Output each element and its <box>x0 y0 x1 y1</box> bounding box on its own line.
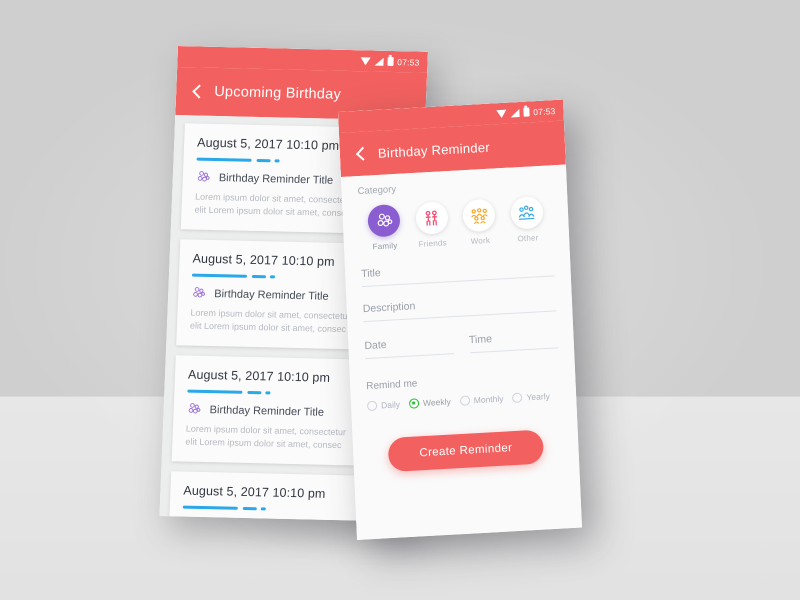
time-field[interactable]: Time <box>469 329 559 354</box>
divider <box>182 505 269 511</box>
remind-me-section: Remind me Daily Weekly Monthly Yearly <box>366 370 560 412</box>
divider <box>191 273 278 279</box>
wifi-icon <box>496 109 507 118</box>
page-title: Birthday Reminder <box>377 139 491 161</box>
category-selector[interactable]: Family Friends Work Other <box>358 195 553 252</box>
category-label-friends: Friends <box>418 238 447 249</box>
back-chevron-icon[interactable] <box>190 85 204 98</box>
reminder-title: Birthday Reminder Title <box>209 403 325 419</box>
work-group-icon <box>471 207 488 224</box>
reminder-title: Birthday Reminder Title <box>214 287 329 303</box>
date-field[interactable]: Date <box>364 335 454 360</box>
reminder-title: Birthday Reminder Title <box>205 520 320 522</box>
create-reminder-button[interactable]: Create Reminder <box>387 429 545 473</box>
description-field[interactable]: Description <box>362 292 557 323</box>
radio-label-daily: Daily <box>380 399 401 411</box>
status-time: 07:53 <box>532 105 556 117</box>
screen-birthday-reminder-form: 07:53 Birthday Reminder Category Family … <box>338 99 583 540</box>
category-label: Category <box>357 183 397 198</box>
reminder-title: Birthday Reminder Title <box>218 171 334 187</box>
radio-monthly[interactable]: Monthly <box>459 393 504 406</box>
category-icon-wrap <box>510 195 544 230</box>
remind-me-radio-group[interactable]: Daily Weekly Monthly Yearly <box>366 390 560 412</box>
remind-me-label: Remind me <box>366 378 418 393</box>
phone-birthday-reminder-form: 07:53 Birthday Reminder Category Family … <box>338 99 583 540</box>
signal-icon <box>510 108 520 117</box>
radio-dot-icon <box>366 400 378 412</box>
submit-row: Create Reminder <box>369 428 564 473</box>
title-field[interactable]: Title <box>360 257 555 288</box>
family-group-icon <box>193 287 205 298</box>
radio-dot-icon <box>459 395 470 406</box>
radio-dot-icon <box>512 392 523 404</box>
radio-daily[interactable]: Daily <box>366 399 401 412</box>
title-field-label: Title <box>360 267 381 281</box>
radio-yearly[interactable]: Yearly <box>512 390 551 404</box>
category-option-work[interactable]: Work <box>456 198 504 247</box>
mockup-scene: 07:53 Upcoming Birthday August 5, 2017 1… <box>0 0 800 600</box>
back-chevron-icon[interactable] <box>354 147 368 161</box>
category-option-other[interactable]: Other <box>503 195 551 245</box>
category-icon-wrap <box>414 201 449 235</box>
radio-weekly[interactable]: Weekly <box>408 396 451 409</box>
radio-label-yearly: Yearly <box>526 390 551 403</box>
page-title: Upcoming Birthday <box>213 83 342 103</box>
friends-pair-icon <box>425 209 438 226</box>
family-group-icon <box>197 171 210 182</box>
divider <box>196 157 282 163</box>
category-icon-wrap <box>367 203 401 238</box>
battery-icon <box>387 56 394 67</box>
description-field-label: Description <box>362 300 416 316</box>
battery-icon <box>522 107 530 117</box>
divider <box>187 389 273 395</box>
radio-label-weekly: Weekly <box>422 396 451 409</box>
wifi-icon <box>360 56 371 65</box>
reminder-form: Category Family Friends Work Other Title… <box>340 164 583 540</box>
family-group-icon <box>185 519 195 522</box>
category-label-work: Work <box>470 235 491 246</box>
status-time: 07:53 <box>397 56 420 68</box>
category-label-family: Family <box>372 241 398 252</box>
family-group-icon <box>188 403 201 414</box>
category-icon-wrap <box>462 198 496 233</box>
radio-dot-icon <box>408 398 420 409</box>
signal-icon <box>374 57 384 66</box>
family-group-icon <box>377 213 392 226</box>
radio-label-monthly: Monthly <box>473 393 504 406</box>
category-label-other: Other <box>517 233 539 244</box>
category-option-family[interactable]: Family <box>360 203 408 252</box>
other-group-icon <box>519 204 535 220</box>
date-time-row: Date Time <box>364 329 559 360</box>
category-option-friends[interactable]: Friends <box>408 201 456 250</box>
